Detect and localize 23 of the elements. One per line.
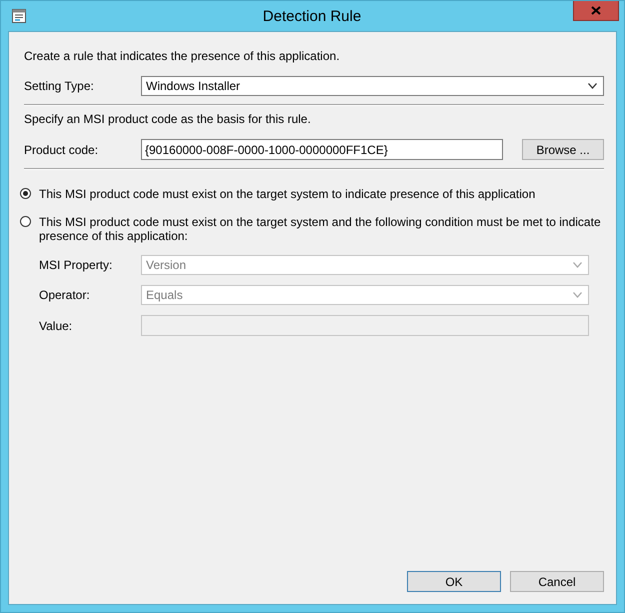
list-icon [11,8,27,24]
radio-button[interactable] [20,216,31,227]
option-label: This MSI product code must exist on the target system and the following condition must be met to indicate presence of this application: [39,215,602,243]
condition-label: Operator: [39,288,91,302]
setting-type-label: Setting Type: [24,79,95,93]
instruction-text: Specify an MSI product code as the basis for this rule. [24,112,312,126]
chevron-down-icon [573,292,582,298]
dialog-button[interactable]: Cancel [510,571,604,592]
option-label: This MSI product code must exist on the target system to indicate presence of this application [39,187,536,201]
close-icon [591,6,601,15]
product-code-label: Product code: [24,142,100,156]
chevron-down-icon [588,83,597,89]
browse-button[interactable]: Browse ... [522,139,604,160]
condition-label: MSI Property: [39,258,114,272]
radio-button[interactable] [20,188,31,199]
dialog-button[interactable]: OK [407,571,501,592]
close-button[interactable] [573,1,619,21]
product-code-field[interactable]: {90160000-008F-0000-1000-0000000FF1CE} [141,139,503,160]
chevron-down-icon [573,262,582,268]
condition-label: Value: [39,318,74,332]
setting-type-dropdown[interactable]: Windows Installer [141,76,604,96]
intro-text: Create a rule that indicates the presence of this application. [24,49,341,63]
window-title: Detection Rule [262,8,362,24]
